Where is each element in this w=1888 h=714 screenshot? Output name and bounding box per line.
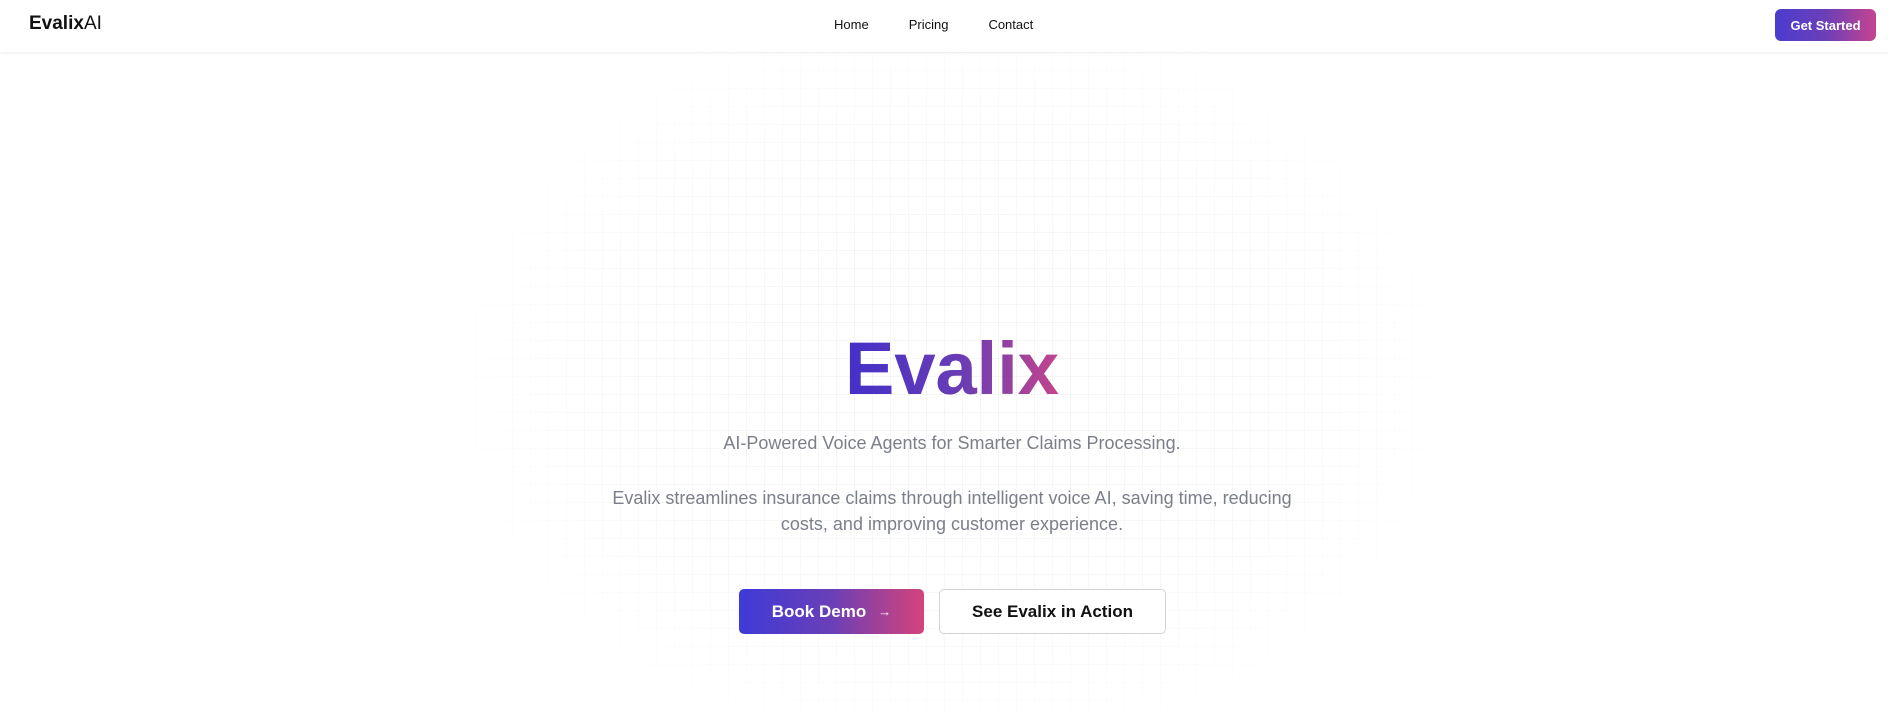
book-demo-label: Book Demo [771, 601, 867, 621]
hero-title-text: Evalix [845, 327, 1059, 410]
arrow-right-icon: → [878, 604, 892, 619]
hero-subtitle: AI-Powered Voice Agents for Smarter Clai… [723, 433, 1181, 453]
hero-title: Evalix [0, 326, 1888, 412]
nav-link-home[interactable]: Home [834, 16, 869, 34]
book-demo-button[interactable]: Book Demo → [739, 589, 924, 634]
see-in-action-button[interactable]: See Evalix in Action [939, 589, 1166, 634]
hero-description: Evalix streamlines insurance claims thro… [612, 488, 1292, 534]
get-started-button[interactable]: Get Started [1775, 9, 1876, 41]
hero-section: Evalix AI-Powered Voice Agents for Smart… [0, 0, 1888, 714]
nav-link-pricing[interactable]: Pricing [909, 16, 949, 34]
top-navbar: EvalixAI Home Pricing Contact Get Starte… [0, 0, 1888, 52]
main-nav: Home Pricing Contact [834, 16, 1033, 34]
logo-light-text: AI [83, 13, 102, 34]
brand-logo[interactable]: EvalixAI [29, 13, 102, 35]
logo-bold-text: Evalix [29, 13, 84, 34]
see-in-action-label: See Evalix in Action [972, 601, 1133, 621]
nav-link-contact[interactable]: Contact [988, 16, 1033, 34]
